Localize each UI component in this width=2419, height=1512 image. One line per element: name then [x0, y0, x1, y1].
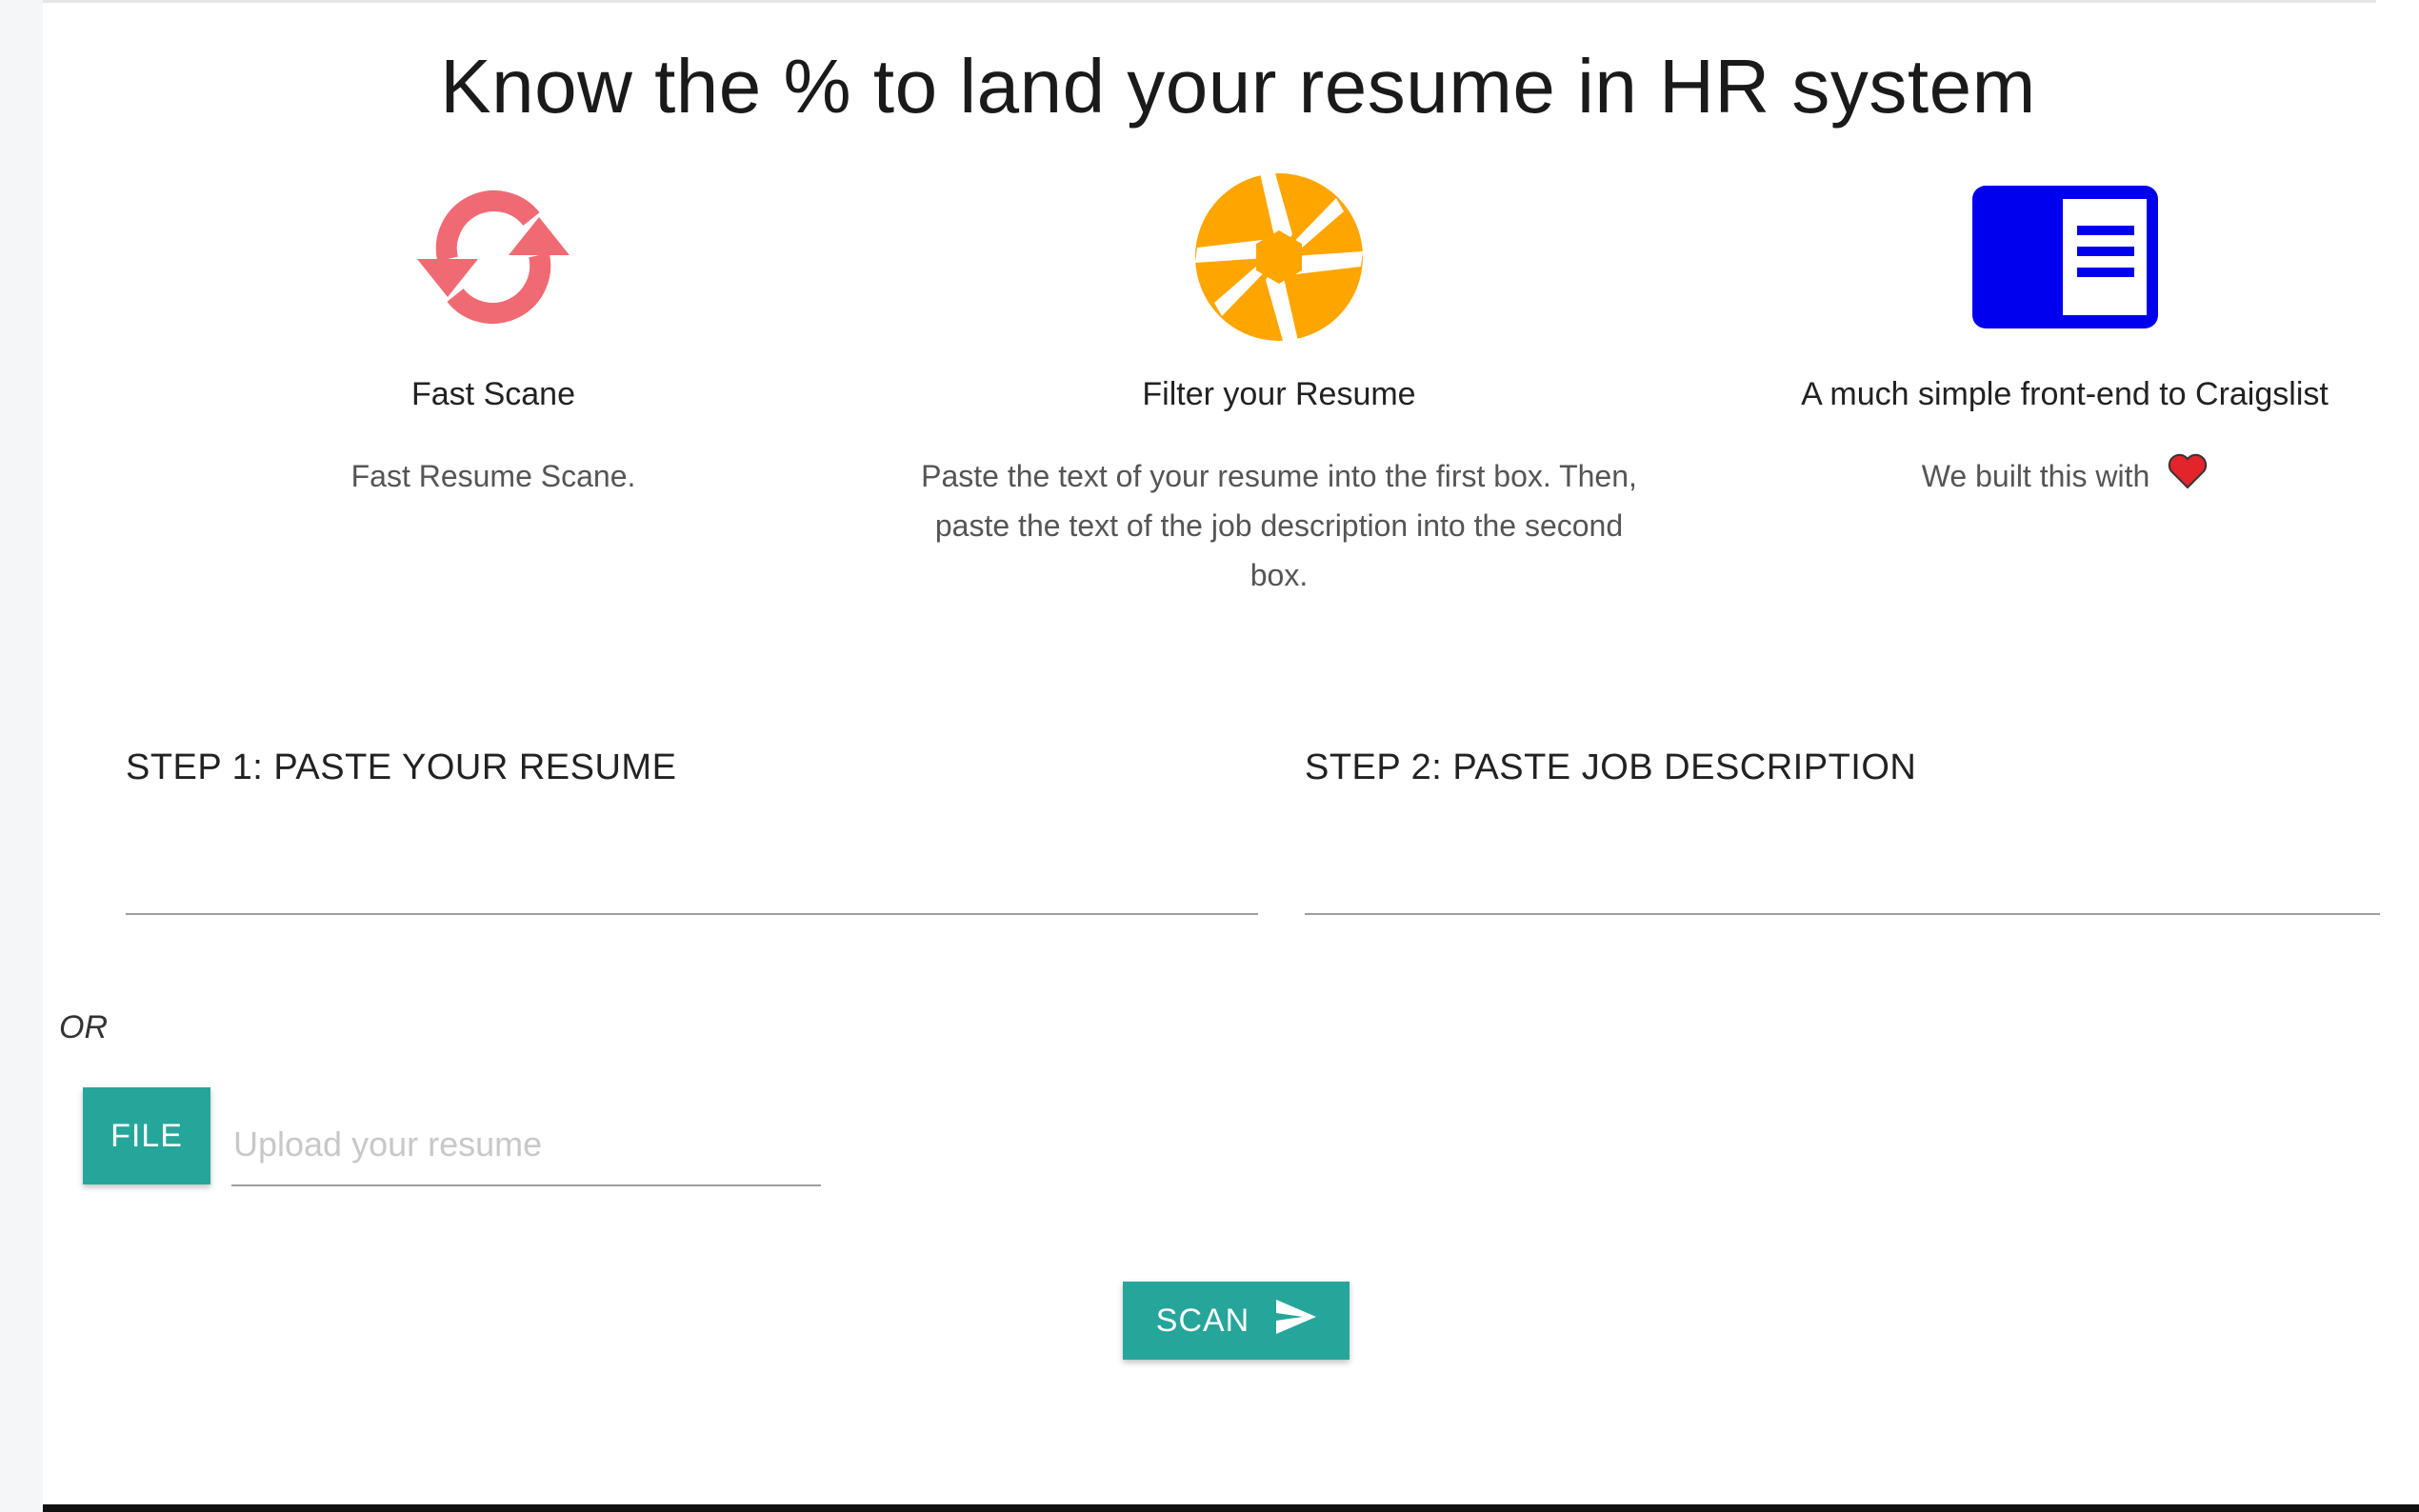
feature-description: We built this with [1921, 459, 2150, 493]
aperture-icon [898, 167, 1660, 348]
feature-title: Fast Scane [411, 376, 575, 412]
step1-label: STEP 1: PASTE YOUR RESUME [126, 747, 677, 787]
feature-filter-resume: Filter your Resume Paste the text of you… [898, 167, 1660, 600]
heart-icon [2168, 453, 2208, 504]
feature-description-wrap: We built this with [1693, 451, 2419, 504]
feature-description: Fast Resume Scane. [350, 459, 636, 493]
or-label: OR [59, 1009, 108, 1045]
resume-textarea[interactable] [126, 843, 1258, 915]
chrome-reader-mode-icon [1684, 167, 2419, 348]
file-path-input[interactable] [231, 1104, 821, 1186]
feature-fast-scan: Fast Scane Fast Resume Scane. [112, 167, 874, 501]
step2-label: STEP 2: PASTE JOB DESCRIPTION [1305, 747, 1917, 787]
file-button[interactable]: FILE [83, 1087, 210, 1184]
scan-button[interactable]: SCAN [1123, 1282, 1349, 1360]
feature-craigslist: A much simple front-end to Craigslist We… [1684, 167, 2419, 504]
feature-title: Filter your Resume [1142, 376, 1416, 412]
scan-button-label: SCAN [1155, 1302, 1250, 1339]
sync-icon [112, 167, 874, 348]
send-icon [1276, 1299, 1317, 1343]
footer-bar [43, 1504, 2419, 1512]
feature-title: A much simple front-end to Craigslist [1801, 376, 2329, 412]
job-description-textarea[interactable] [1305, 843, 2380, 915]
page-title: Know the % to land your resume in HR sys… [440, 44, 2036, 129]
feature-description: Paste the text of your resume into the f… [921, 459, 1637, 592]
